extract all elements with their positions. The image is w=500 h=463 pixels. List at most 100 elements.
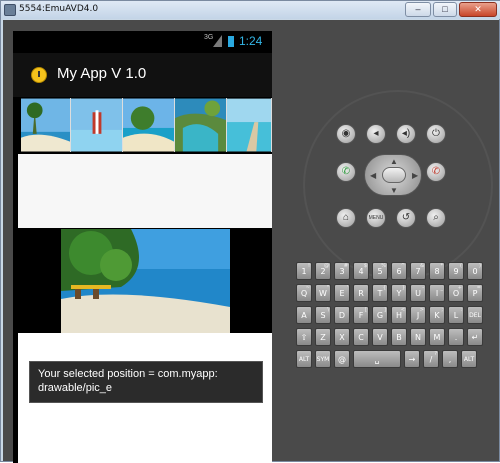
key-4-9[interactable]: . [448, 328, 464, 346]
key-3-9[interactable]: L: [448, 306, 464, 324]
key-5-4[interactable]: ␣ [353, 350, 401, 368]
back-icon[interactable]: ↺ [396, 208, 416, 228]
key-4-6[interactable]: B [391, 328, 407, 346]
dpad-down-icon[interactable]: ▼ [390, 186, 398, 195]
key-secondary-label: ( [460, 263, 462, 269]
key-4-8[interactable]: M [429, 328, 445, 346]
dpad-up-icon[interactable]: ▲ [390, 157, 398, 166]
key-3-6[interactable]: H < [391, 306, 407, 324]
selected-image[interactable] [61, 229, 230, 333]
key-label: V [377, 333, 383, 342]
key-3-10[interactable]: DEL [467, 306, 483, 324]
selected-image-picture [61, 229, 230, 333]
network-type: 3G [204, 34, 214, 41]
volume-down-icon[interactable]: ◂ [366, 124, 386, 144]
home-icon[interactable]: ⌂ [336, 208, 356, 228]
gallery-thumb-5[interactable] [227, 98, 272, 152]
key-2-3[interactable]: E ' [334, 284, 350, 302]
key-1-7[interactable]: 7 & [410, 262, 426, 280]
dpad-left-icon[interactable]: ◀ [370, 171, 376, 180]
key-1-4[interactable]: 4 $ [353, 262, 369, 280]
key-5-3[interactable]: @ [334, 350, 350, 368]
key-3-2[interactable]: S \ [315, 306, 331, 324]
dpad-right-icon[interactable]: ▶ [412, 171, 418, 180]
key-4-3[interactable]: X [334, 328, 350, 346]
gallery-spacer [18, 154, 272, 228]
key-label: Z [320, 333, 326, 342]
key-secondary-label: $ [363, 263, 367, 269]
image-gallery[interactable] [21, 98, 272, 152]
key-2-1[interactable]: Q ~ [296, 284, 312, 302]
key-1-9[interactable]: 9( [448, 262, 464, 280]
end-call-icon[interactable]: ✆ [426, 162, 446, 182]
key-secondary-label: > [419, 307, 424, 313]
volume-up-icon[interactable]: ◂) [396, 124, 416, 144]
key-5-7[interactable]: , [442, 350, 458, 368]
key-3-8[interactable]: K; [429, 306, 445, 324]
key-5-6[interactable]: /? [423, 350, 439, 368]
window-titlebar[interactable]: 5554:EmuAVD4.0 – □ ✕ [1, 1, 500, 19]
key-4-1[interactable]: ⇧ [296, 328, 312, 346]
key-4-10[interactable]: ↵ [467, 328, 483, 346]
key-2-7[interactable]: U- [410, 284, 426, 302]
close-button[interactable]: ✕ [459, 2, 497, 17]
key-secondary-label: ' [346, 285, 348, 291]
call-icon[interactable]: ✆ [336, 162, 356, 182]
clock-app-icon[interactable] [31, 67, 47, 83]
key-5-1[interactable]: ALT [296, 350, 312, 368]
key-secondary-label: + [457, 285, 462, 291]
key-4-5[interactable]: V [372, 328, 388, 346]
device-screen: 3G 1:24 My App V 1.0 Your selected posit… [13, 31, 272, 463]
key-2-4[interactable]: R [353, 284, 369, 302]
emulator-body: 3G 1:24 My App V 1.0 Your selected posit… [3, 20, 499, 463]
dpad-center-button[interactable] [382, 167, 406, 183]
key-3-5[interactable]: G] [372, 306, 388, 324]
key-2-6[interactable]: Y} [391, 284, 407, 302]
key-1-8[interactable]: 8 * [429, 262, 445, 280]
key-2-2[interactable]: W " [315, 284, 331, 302]
app-window-icon [4, 4, 16, 16]
key-secondary-label: ^ [400, 263, 405, 269]
key-label: F [358, 311, 364, 320]
gallery-thumb-2[interactable] [71, 98, 123, 152]
maximize-button[interactable]: □ [433, 2, 457, 17]
gallery-thumb-3[interactable] [123, 98, 175, 152]
key-label: 4 [358, 267, 364, 276]
search-icon[interactable]: ⌕ [426, 208, 446, 228]
key-1-6[interactable]: 6 ^ [391, 262, 407, 280]
dpad[interactable]: ▲ ▼ ◀ ▶ [364, 154, 422, 196]
key-3-7[interactable]: J > [410, 306, 426, 324]
key-5-2[interactable]: SYM [315, 350, 331, 368]
key-secondary-label: ~ [305, 285, 310, 291]
key-2-8[interactable]: I _ [429, 284, 445, 302]
key-1-1[interactable]: 1! [296, 262, 312, 280]
key-secondary-label: ) [479, 263, 481, 269]
key-secondary-label: < [400, 307, 405, 313]
key-label: K [434, 311, 440, 320]
window-title: 5554:EmuAVD4.0 [19, 4, 99, 14]
signal-icon [213, 35, 222, 47]
key-4-7[interactable]: N [410, 328, 426, 346]
key-5-8[interactable]: ALT [461, 350, 477, 368]
key-secondary-label: " [326, 285, 329, 291]
power-icon[interactable]: ⏻ [426, 124, 446, 144]
key-3-1[interactable]: A [296, 306, 312, 324]
gallery-thumb-4[interactable] [175, 98, 227, 152]
key-3-4[interactable]: F[ [353, 306, 369, 324]
key-3-3[interactable]: D [334, 306, 350, 324]
key-2-9[interactable]: O + [448, 284, 464, 302]
key-1-2[interactable]: 2 @ [315, 262, 331, 280]
key-4-4[interactable]: C [353, 328, 369, 346]
key-label: S [320, 311, 326, 320]
gallery-thumb-1[interactable] [21, 98, 71, 152]
key-5-5[interactable]: → [404, 350, 420, 368]
menu-button[interactable]: MENU [366, 208, 386, 228]
key-1-3[interactable]: 3 # [334, 262, 350, 280]
key-1-5[interactable]: 5% [372, 262, 388, 280]
key-2-5[interactable]: T{ [372, 284, 388, 302]
key-2-10[interactable]: P = [467, 284, 483, 302]
minimize-button[interactable]: – [405, 2, 431, 17]
key-4-2[interactable]: Z [315, 328, 331, 346]
key-1-10[interactable]: 0) [467, 262, 483, 280]
camera-icon[interactable]: ◉ [336, 124, 356, 144]
